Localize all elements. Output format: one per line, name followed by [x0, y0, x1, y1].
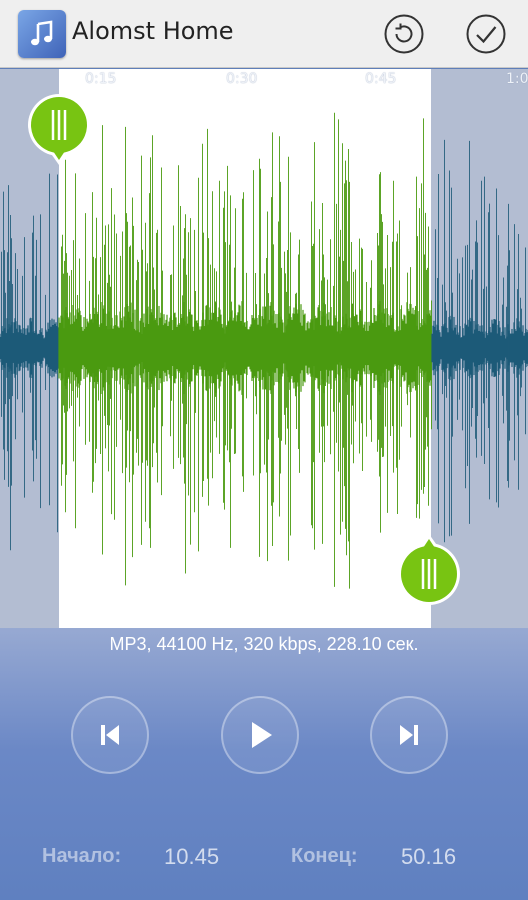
end-marker-handle[interactable] [397, 532, 461, 606]
time-tick: 0:15 [85, 71, 117, 87]
end-value[interactable]: 50.16 [401, 844, 456, 870]
play-icon[interactable] [221, 696, 299, 774]
app-bar: Alomst Home [0, 0, 528, 68]
music-note-icon[interactable] [18, 10, 66, 58]
start-marker-handle[interactable] [27, 93, 91, 167]
file-info: MP3, 44100 Hz, 320 kbps, 228.10 сек. [109, 634, 419, 654]
time-tick: 0:45 [365, 71, 397, 87]
skip-previous-icon[interactable] [71, 696, 149, 774]
start-value[interactable]: 10.45 [164, 844, 219, 870]
player-panel: MP3, 44100 Hz, 320 kbps, 228.10 сек. Нач… [0, 628, 528, 900]
waveform-editor[interactable]: 0:15 0:30 0:45 1:0 [0, 69, 528, 628]
refresh-icon[interactable] [384, 14, 424, 54]
end-label: Конец: [291, 845, 358, 867]
time-tick: 1:0 [506, 71, 528, 87]
start-label: Начало: [42, 845, 122, 867]
time-tick: 0:30 [226, 71, 258, 87]
check-icon[interactable] [466, 14, 506, 54]
skip-next-icon[interactable] [370, 696, 448, 774]
app-title: Alomst Home [72, 17, 234, 45]
